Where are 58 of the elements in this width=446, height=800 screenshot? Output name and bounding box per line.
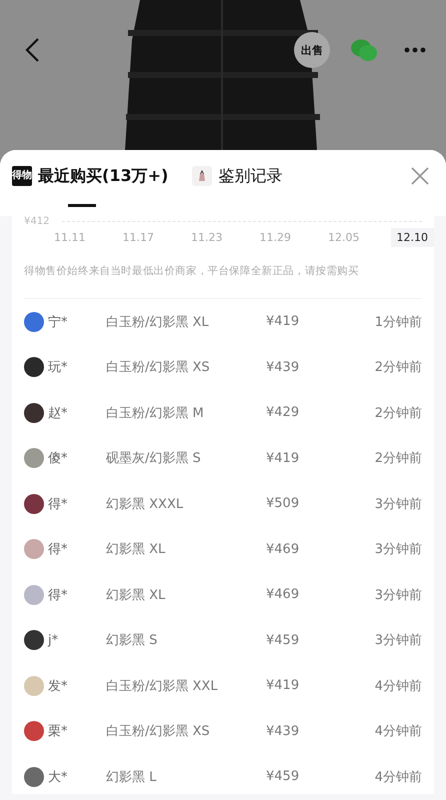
date-label: 11.17 [122, 230, 155, 246]
variant-text: 砚墨灰/幻影黑 S [106, 450, 202, 468]
buyer-name: 宁* [48, 314, 68, 331]
buyer-name: 发* [48, 678, 68, 695]
price-text: ¥459 [266, 632, 300, 648]
date-label: 11.23 [190, 230, 224, 246]
price-text: ¥509 [266, 496, 300, 512]
date-label: 12.05 [327, 230, 360, 246]
close-icon[interactable] [410, 166, 430, 186]
variant-text: 幻影黑 L [106, 768, 158, 786]
time-text: 3分钟前 [374, 632, 422, 650]
price-label: ¥412 [24, 216, 50, 228]
time-text: 3分钟前 [374, 541, 422, 558]
price-text: ¥439 [266, 724, 300, 739]
price-text: ¥469 [266, 542, 300, 557]
variant-text: 幻影黑 XL [106, 541, 166, 558]
buyer-name: 得* [48, 496, 68, 513]
variant-text: 幻影黑 XXXL [106, 496, 184, 513]
buyer-name: 傻* [48, 450, 68, 468]
tab[interactable]: 得物 最近购买(13万+) [12, 150, 168, 202]
notice-text: 得物售价始终来自当时最低出价商家，平台保障全新正品，请按需购买 [23, 264, 360, 279]
date-label: 11.29 [258, 230, 292, 246]
price-text: ¥459 [266, 769, 300, 784]
price-text: ¥419 [266, 678, 300, 694]
buyer-name: 玩* [48, 359, 68, 376]
variant-text: 白玉粉/幻影黑 XXL [106, 678, 219, 695]
price-text: ¥429 [266, 405, 300, 420]
variant-text: 幻影黑 S [106, 632, 158, 650]
buyer-name: j* [48, 632, 60, 648]
price-text: ¥419 [266, 450, 300, 466]
date-label: 12.10 [390, 228, 434, 247]
bag-icon [192, 166, 212, 186]
tab[interactable]: 鉴别记录 [192, 150, 282, 202]
price-text: ¥419 [266, 314, 300, 330]
more-icon[interactable] [404, 47, 426, 53]
time-text: 3分钟前 [374, 496, 422, 513]
variant-text: 白玉粉/幻影黑 XL [106, 314, 210, 331]
time-text: 4分钟前 [374, 723, 422, 740]
time-text: 3分钟前 [374, 586, 422, 604]
date-label: 11.11 [53, 230, 86, 246]
buyer-name: 大* [48, 768, 68, 786]
logo-icon: 得物 [12, 166, 32, 186]
variant-text: 白玉粉/幻影黑 XS [106, 359, 211, 376]
time-text: 2分钟前 [374, 450, 422, 468]
variant-text: 幻影黑 XL [106, 586, 166, 604]
time-text: 2分钟前 [374, 359, 422, 376]
price-text: ¥439 [266, 360, 300, 375]
time-text: 2分钟前 [374, 404, 422, 422]
variant-text: 白玉粉/幻影黑 M [106, 404, 205, 422]
price-text: ¥469 [266, 587, 300, 602]
buyer-name: 栗* [48, 723, 68, 740]
time-text: 4分钟前 [374, 768, 422, 786]
time-text: 4分钟前 [374, 678, 422, 695]
variant-text: 白玉粉/幻影黑 XS [106, 723, 211, 740]
buyer-name: 得* [48, 586, 68, 604]
buyer-name: 赵* [48, 404, 68, 422]
buyer-name: 得* [48, 541, 68, 558]
time-text: 1分钟前 [374, 314, 422, 331]
